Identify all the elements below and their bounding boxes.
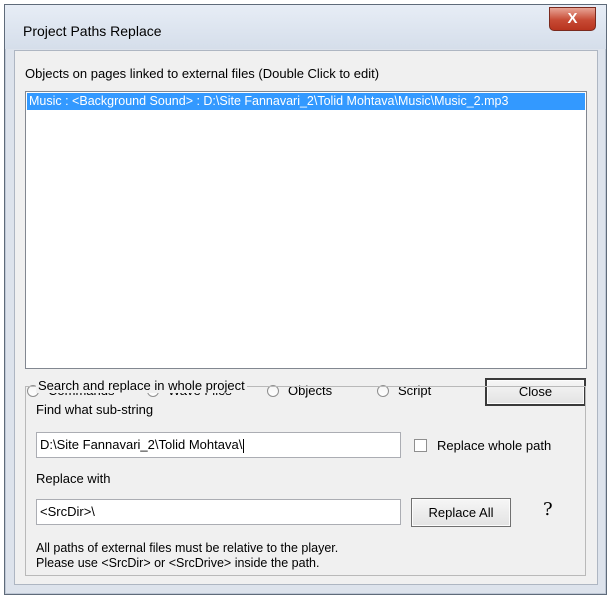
replace-whole-path-box[interactable] bbox=[414, 439, 427, 452]
project-paths-replace-dialog: Project Paths Replace X Objects on pages… bbox=[4, 4, 607, 595]
replace-input-value: <SrcDir>\ bbox=[40, 504, 95, 519]
external-files-list[interactable]: Music : <Background Sound> : D:\Site Fan… bbox=[25, 91, 587, 369]
find-input-value: D:\Site Fannavari_2\Tolid Mohtava\ bbox=[40, 437, 243, 452]
replace-all-button[interactable]: Replace All bbox=[411, 498, 511, 527]
window-title: Project Paths Replace bbox=[23, 23, 162, 39]
find-label: Find what sub-string bbox=[36, 402, 154, 417]
title-bar[interactable]: Project Paths Replace X bbox=[5, 5, 606, 49]
replace-whole-path-checkbox[interactable]: Replace whole path bbox=[414, 438, 551, 453]
close-icon[interactable]: X bbox=[549, 7, 596, 31]
text-caret bbox=[243, 438, 245, 453]
replace-input[interactable]: <SrcDir>\ bbox=[36, 499, 401, 525]
list-item[interactable]: Music : <Background Sound> : D:\Site Fan… bbox=[27, 93, 585, 110]
search-replace-group: Search and replace in whole project Find… bbox=[25, 378, 586, 576]
replace-label: Replace with bbox=[36, 471, 111, 486]
group-title: Search and replace in whole project bbox=[36, 378, 247, 393]
note-line-2: Please use <SrcDir> or <SrcDrive> inside… bbox=[36, 556, 320, 570]
find-input[interactable]: D:\Site Fannavari_2\Tolid Mohtava\ bbox=[36, 432, 401, 458]
replace-whole-path-label: Replace whole path bbox=[437, 438, 552, 453]
help-icon[interactable]: ? bbox=[543, 499, 553, 520]
list-label: Objects on pages linked to external file… bbox=[25, 66, 380, 81]
note-line-1: All paths of external files must be rela… bbox=[36, 541, 339, 555]
dialog-client-area: Objects on pages linked to external file… bbox=[14, 50, 598, 585]
